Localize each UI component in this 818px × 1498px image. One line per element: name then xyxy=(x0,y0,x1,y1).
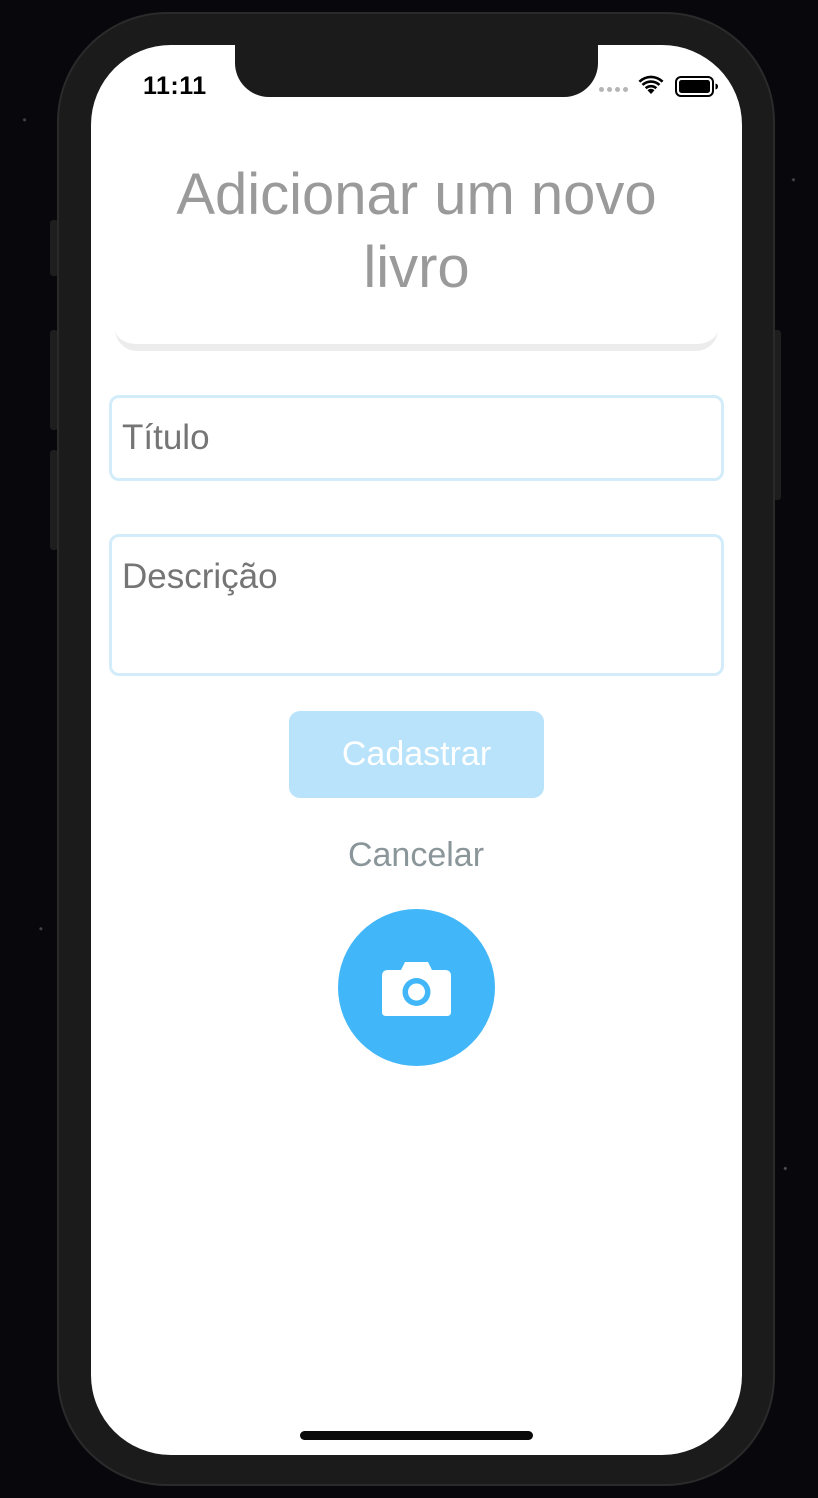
status-time: 11:11 xyxy=(143,72,207,100)
title-input[interactable] xyxy=(109,395,724,481)
header-divider xyxy=(115,315,718,351)
camera-icon xyxy=(382,962,451,1016)
signal-dots-icon xyxy=(599,87,631,93)
status-indicators xyxy=(599,73,719,99)
battery-icon xyxy=(675,76,718,97)
app-screen: 11:11 Adicionar um novo livro Cadastrar … xyxy=(91,45,742,1455)
notch xyxy=(235,45,598,97)
cancel-button[interactable]: Cancelar xyxy=(266,833,566,877)
description-input[interactable] xyxy=(109,534,724,676)
wifi-icon xyxy=(638,75,664,94)
camera-button[interactable] xyxy=(338,909,495,1066)
home-indicator[interactable] xyxy=(300,1431,533,1440)
submit-button[interactable]: Cadastrar xyxy=(289,711,544,798)
page-title: Adicionar um novo livro xyxy=(176,162,657,300)
